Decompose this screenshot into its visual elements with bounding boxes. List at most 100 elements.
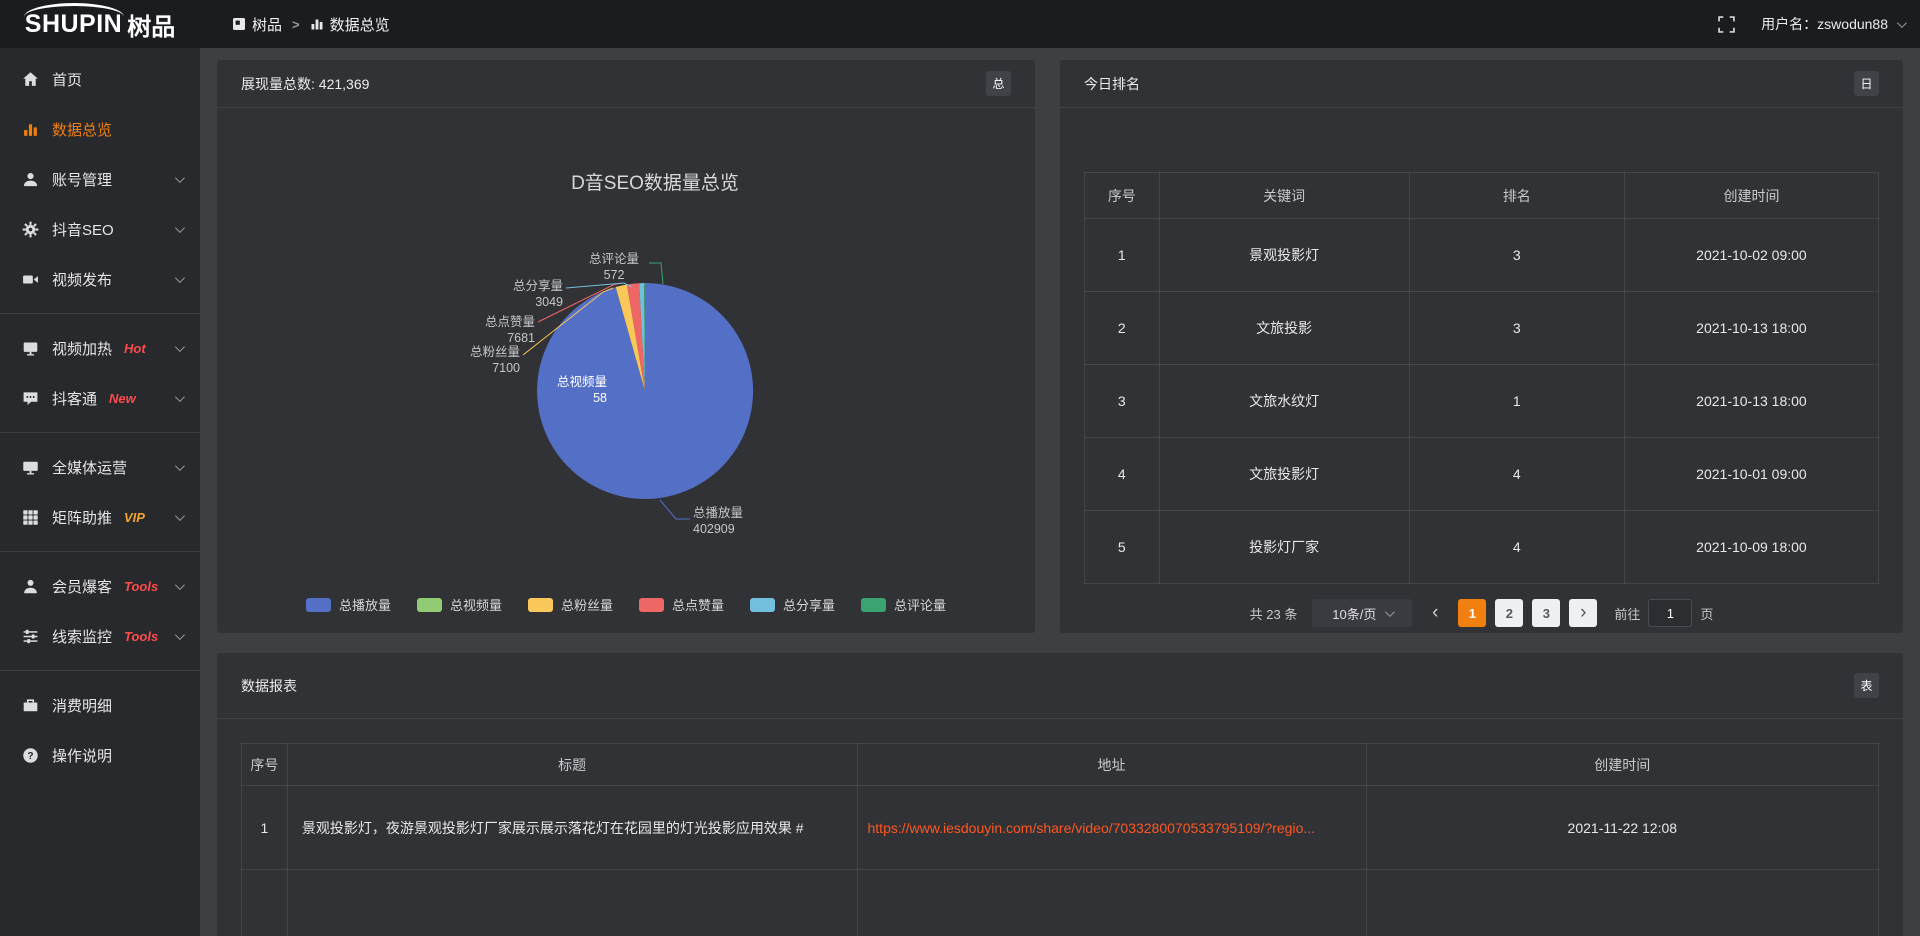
rank-table: 序号关键词排名创建时间 1景观投影灯32021-10-02 09:002文旅投影… xyxy=(1084,172,1879,584)
sidebar-item-video-heat[interactable]: 视频加热Hot xyxy=(0,323,200,373)
sidebar-item-matrix-boost[interactable]: 矩阵助推VIP xyxy=(0,492,200,542)
sidebar-divider xyxy=(0,432,200,433)
app-logo: SHUPIN 树品 xyxy=(0,0,200,48)
chart-title: D音SEO数据量总览 xyxy=(571,168,739,195)
top-bar: SHUPIN 树品 树品 > 数据总览 用户名：zswodun88 xyxy=(0,0,1920,48)
pie-label-value: 7100 xyxy=(440,360,520,376)
pie-label-value: 58 xyxy=(527,390,607,406)
user-menu[interactable]: 用户名：zswodun88 xyxy=(1761,14,1904,34)
sidebar-item-consume-detail[interactable]: 消费明细 xyxy=(0,680,200,730)
table-row: 4文旅投影灯42021-10-01 09:00 xyxy=(1085,438,1879,511)
table-row: 3文旅水纹灯12021-10-13 18:00 xyxy=(1085,365,1879,438)
sidebar-item-clue-monitor[interactable]: 线索监控Tools xyxy=(0,611,200,661)
rank-cell: 2021-10-09 18:00 xyxy=(1624,511,1878,584)
sidebar-item-tag: Tools xyxy=(124,629,158,644)
sidebar-item-account[interactable]: 账号管理 xyxy=(0,154,200,204)
rank-cell: 景观投影灯 xyxy=(1159,219,1409,292)
report-column-header: 标题 xyxy=(287,744,857,786)
rank-cell: 文旅水纹灯 xyxy=(1159,365,1409,438)
next-page-button[interactable]: › xyxy=(1569,599,1597,627)
page-size-select[interactable]: 10条/页 xyxy=(1312,599,1412,627)
total-badge-button[interactable]: 总 xyxy=(986,71,1011,96)
day-badge-button[interactable]: 日 xyxy=(1854,71,1879,96)
sidebar-item-data-overview[interactable]: 数据总览 xyxy=(0,104,200,154)
rank-cell: 1 xyxy=(1085,219,1160,292)
page-size-value: 10条/页 xyxy=(1332,604,1376,623)
table-row: 1景观投影灯，夜游景观投影灯厂家展示展示落花灯在花园里的灯光投影应用效果 # ht… xyxy=(242,786,1879,870)
report-cell-empty xyxy=(242,870,288,936)
report-cell-url: https://www.iesdouyin.com/share/video/70… xyxy=(857,786,1366,870)
breadcrumb-item-current[interactable]: 数据总览 xyxy=(310,14,390,35)
prev-page-button[interactable]: ‹ xyxy=(1421,599,1449,627)
legend-item-总播放量[interactable]: 总播放量 xyxy=(306,595,391,614)
report-cell-title: 景观投影灯，夜游景观投影灯厂家展示展示落花灯在花园里的灯光投影应用效果 # xyxy=(287,786,857,870)
chevron-down-icon xyxy=(175,630,185,640)
today-rank-panel: 今日排名 日 序号关键词排名创建时间 1景观投影灯32021-10-02 09:… xyxy=(1060,60,1903,633)
chart-icon xyxy=(22,121,39,138)
chevron-down-icon xyxy=(175,461,185,471)
sidebar-item-label: 视频发布 xyxy=(52,269,112,290)
chart-total-label: 展现量总数: 421,369 xyxy=(241,74,369,94)
breadcrumb-item-home[interactable]: 树品 xyxy=(232,14,282,35)
table-row: 1景观投影灯32021-10-02 09:00 xyxy=(1085,219,1879,292)
sidebar-item-member-burst[interactable]: 会员爆客Tools xyxy=(0,561,200,611)
chevron-down-icon xyxy=(175,223,185,233)
pie-label-value: 7681 xyxy=(455,330,535,346)
sidebar-item-label: 抖音SEO xyxy=(52,219,114,240)
goto-page-input[interactable] xyxy=(1648,599,1692,627)
report-panel-title: 数据报表 xyxy=(241,676,297,696)
report-column-header: 地址 xyxy=(857,744,1366,786)
rank-cell: 5 xyxy=(1085,511,1160,584)
chevron-down-icon xyxy=(175,511,185,521)
svg-text:?: ? xyxy=(27,751,33,762)
pie-chart: D音SEO数据量总览 总播放量402909总视频量58总粉丝量7100总点赞量7… xyxy=(217,108,1035,632)
legend-item-总视频量[interactable]: 总视频量 xyxy=(417,595,502,614)
legend-chip xyxy=(306,598,331,612)
topbar-right: 用户名：zswodun88 xyxy=(1718,14,1920,34)
legend-label: 总视频量 xyxy=(450,595,502,614)
sidebar-divider xyxy=(0,670,200,671)
page-button-3[interactable]: 3 xyxy=(1532,599,1560,627)
legend-label: 总评论量 xyxy=(894,595,946,614)
table-row xyxy=(242,870,1879,936)
sidebar-divider xyxy=(0,551,200,552)
fullscreen-icon[interactable] xyxy=(1718,16,1735,33)
home-icon xyxy=(22,71,39,88)
legend-chip xyxy=(861,598,886,612)
sidebar-item-tag: VIP xyxy=(124,510,145,525)
pie-label-value: 572 xyxy=(574,267,654,283)
user-icon xyxy=(22,171,39,188)
rank-cell: 投影灯厂家 xyxy=(1159,511,1409,584)
sidebar-item-doketong[interactable]: 抖客通New xyxy=(0,373,200,423)
pagination: 共 23 条 10条/页 ‹ 123 › 前往 页 xyxy=(1084,599,1879,627)
legend-item-总粉丝量[interactable]: 总粉丝量 xyxy=(528,595,613,614)
sidebar-item-help[interactable]: ?操作说明 xyxy=(0,730,200,780)
panel-icon xyxy=(232,17,246,31)
page-button-1[interactable]: 1 xyxy=(1458,599,1486,627)
legend-item-总分享量[interactable]: 总分享量 xyxy=(750,595,835,614)
sidebar-item-video-publish[interactable]: 视频发布 xyxy=(0,254,200,304)
breadcrumb: 树品 > 数据总览 xyxy=(232,14,390,35)
sidebar-item-douyin-seo[interactable]: 抖音SEO xyxy=(0,204,200,254)
legend-chip xyxy=(639,598,664,612)
video-link[interactable]: https://www.iesdouyin.com/share/video/70… xyxy=(868,820,1316,836)
pie-label-line xyxy=(660,500,690,519)
pie-label-总播放量: 总播放量402909 xyxy=(693,505,803,537)
page-button-2[interactable]: 2 xyxy=(1495,599,1523,627)
report-cell-no: 1 xyxy=(242,786,288,870)
chevron-down-icon xyxy=(1897,18,1907,28)
pie-label-总评论量: 总评论量572 xyxy=(574,251,654,283)
rank-cell: 3 xyxy=(1085,365,1160,438)
sidebar-item-home[interactable]: 首页 xyxy=(0,54,200,104)
sidebar-item-media-ops[interactable]: 全媒体运营 xyxy=(0,442,200,492)
pie-label-name: 总视频量 xyxy=(527,374,607,390)
rank-panel-title: 今日排名 xyxy=(1084,74,1140,94)
legend-chip xyxy=(750,598,775,612)
rank-cell: 2021-10-02 09:00 xyxy=(1624,219,1878,292)
chart-legend: 总播放量 总视频量 总粉丝量 总点赞量 总分享量 总评论量 xyxy=(217,595,1035,614)
legend-item-总点赞量[interactable]: 总点赞量 xyxy=(639,595,724,614)
rank-column-header: 创建时间 xyxy=(1624,173,1878,219)
table-badge-button[interactable]: 表 xyxy=(1854,673,1879,698)
legend-item-总评论量[interactable]: 总评论量 xyxy=(861,595,946,614)
chevron-down-icon xyxy=(175,392,185,402)
